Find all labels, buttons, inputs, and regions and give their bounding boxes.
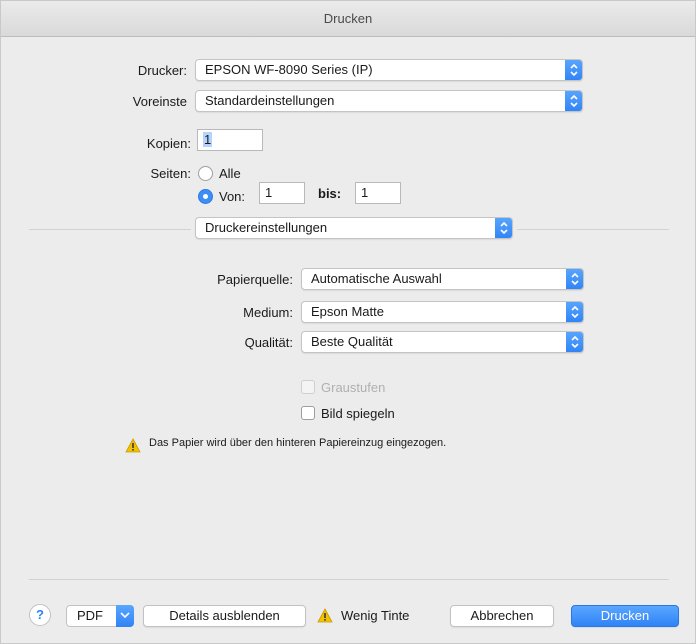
pdf-label: PDF [77, 608, 103, 623]
paper-source-value: Automatische Auswahl [311, 271, 442, 286]
medium-select[interactable]: Epson Matte [301, 301, 584, 323]
help-button[interactable]: ? [29, 604, 51, 626]
stepper-arrows-icon [565, 91, 582, 111]
section-select-value: Druckereinstellungen [205, 220, 328, 235]
window-title: Drucken [1, 1, 695, 37]
pages-from-value: 1 [265, 185, 273, 200]
presets-select-value: Standardeinstellungen [205, 93, 335, 108]
copies-label: Kopien: [146, 136, 191, 151]
stepper-arrows-icon [566, 302, 583, 322]
quality-select[interactable]: Beste Qualität [301, 331, 584, 353]
grayscale-checkbox[interactable] [301, 380, 315, 394]
stepper-arrows-icon [566, 332, 583, 352]
mirror-checkbox[interactable] [301, 406, 315, 420]
hide-details-button[interactable]: Details ausblenden [143, 605, 306, 627]
printer-select-value: EPSON WF-8090 Series (IP) [205, 62, 373, 77]
medium-value: Epson Matte [311, 304, 384, 319]
print-button[interactable]: Drucken [571, 605, 679, 627]
printer-select[interactable]: EPSON WF-8090 Series (IP) [195, 59, 583, 81]
chevron-down-icon [116, 605, 134, 627]
warning-icon [125, 438, 141, 456]
pages-to-label: bis: [318, 186, 342, 201]
presets-select[interactable]: Standardeinstellungen [195, 90, 583, 112]
print-dialog: Drucken Drucker: EPSON WF-8090 Series (I… [0, 0, 696, 644]
pages-to-input[interactable]: 1 [355, 182, 401, 204]
section-select[interactable]: Druckereinstellungen [195, 217, 513, 239]
warning-text: Das Papier wird über den hinteren Papier… [149, 437, 447, 449]
copies-input[interactable]: 1 [197, 129, 263, 151]
pages-from-radio[interactable] [198, 189, 213, 204]
medium-label: Medium: [243, 305, 293, 320]
cancel-button[interactable]: Abbrechen [450, 605, 554, 627]
copies-input-value: 1 [203, 132, 213, 147]
pages-all-label: Alle [219, 166, 241, 181]
pdf-menu-button[interactable]: PDF [66, 605, 134, 627]
stepper-arrows-icon [565, 60, 582, 80]
low-ink-warning-icon [317, 608, 333, 626]
stepper-arrows-icon [566, 269, 583, 289]
pages-all-radio[interactable] [198, 166, 213, 181]
printer-label: Drucker: [137, 63, 187, 78]
pages-to-value: 1 [361, 185, 369, 200]
paper-source-select[interactable]: Automatische Auswahl [301, 268, 584, 290]
mirror-label: Bild spiegeln [321, 406, 395, 421]
grayscale-label: Graustufen [321, 380, 386, 395]
footer-divider [29, 579, 669, 580]
pages-from-label: Von: [219, 189, 246, 204]
low-ink-label: Wenig Tinte [341, 608, 410, 623]
quality-value: Beste Qualität [311, 334, 393, 349]
section-divider-left [29, 229, 191, 230]
pages-from-input[interactable]: 1 [259, 182, 305, 204]
paper-source-label: Papierquelle: [217, 272, 293, 287]
quality-label: Qualität: [244, 335, 293, 350]
stepper-arrows-icon [495, 218, 512, 238]
pages-label: Seiten: [150, 166, 191, 181]
presets-label: Voreinste [132, 94, 187, 109]
section-divider-right [517, 229, 669, 230]
